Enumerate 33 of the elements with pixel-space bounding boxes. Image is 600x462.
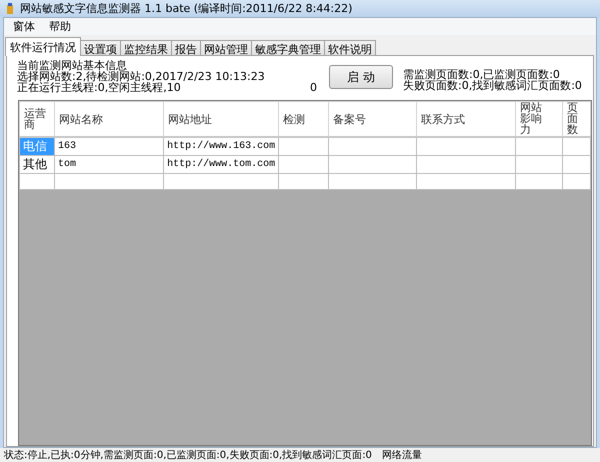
- info-text: 正在运行主线程:0,空闲主线程,10: [17, 82, 181, 93]
- app-icon: [4, 2, 16, 14]
- column-header: 网站影响力: [520, 102, 542, 135]
- info-text: 选择网站数:2,待检测网站:0,2017/2/23 10:13:23: [17, 71, 266, 82]
- column-header: 运营商: [24, 108, 46, 130]
- tab[interactable]: 监控结果: [120, 40, 172, 56]
- tab[interactable]: 软件说明: [324, 40, 376, 56]
- table-cell[interactable]: http://www.tom.com: [164, 156, 279, 174]
- group-heading: 当前监测网站基本信息: [17, 60, 127, 71]
- column-header: 网站名称: [58, 114, 103, 124]
- status-text: 网络流量: [382, 448, 422, 462]
- tab[interactable]: 网站管理: [200, 40, 252, 56]
- menu-item[interactable]: 窗体: [13, 19, 35, 34]
- column-header: 网站地址: [168, 114, 212, 124]
- window-title: 网站敏感文字信息监测器 1.1 bate (编译时间:2011/6/22 8:44:22): [20, 1, 352, 16]
- tab[interactable]: 软件运行情况: [5, 37, 81, 56]
- new-row[interactable]: [20, 174, 590, 190]
- menu-item[interactable]: 帮助: [49, 19, 71, 34]
- tab[interactable]: 报告: [171, 40, 201, 56]
- column-header: 联系方式: [421, 114, 466, 124]
- info-text: 需监测页面数:0,已监测页面数:0: [403, 69, 560, 80]
- column-header: 备案号: [332, 114, 366, 124]
- start-button[interactable]: 启 动: [329, 65, 393, 89]
- table-cell[interactable]: http://www.163.com: [164, 137, 279, 156]
- status-text: 状态:停止,已执:0分钟,需监测页面:0,已监测页面:0,失败页面:0,找到敏感词汇页面:0: [4, 448, 372, 462]
- table-cell[interactable]: 其他: [20, 156, 54, 174]
- info-text: 失败页面数:0,找到敏感词汇页面数:0: [403, 80, 582, 91]
- table-cell[interactable]: 163: [54, 137, 164, 156]
- column-header: 页面数: [567, 102, 578, 135]
- tab[interactable]: 敏感字典管理: [251, 40, 325, 56]
- table-cell[interactable]: tom: [54, 156, 164, 174]
- column-header: 检测: [283, 114, 306, 124]
- thread-count: 0: [310, 82, 317, 93]
